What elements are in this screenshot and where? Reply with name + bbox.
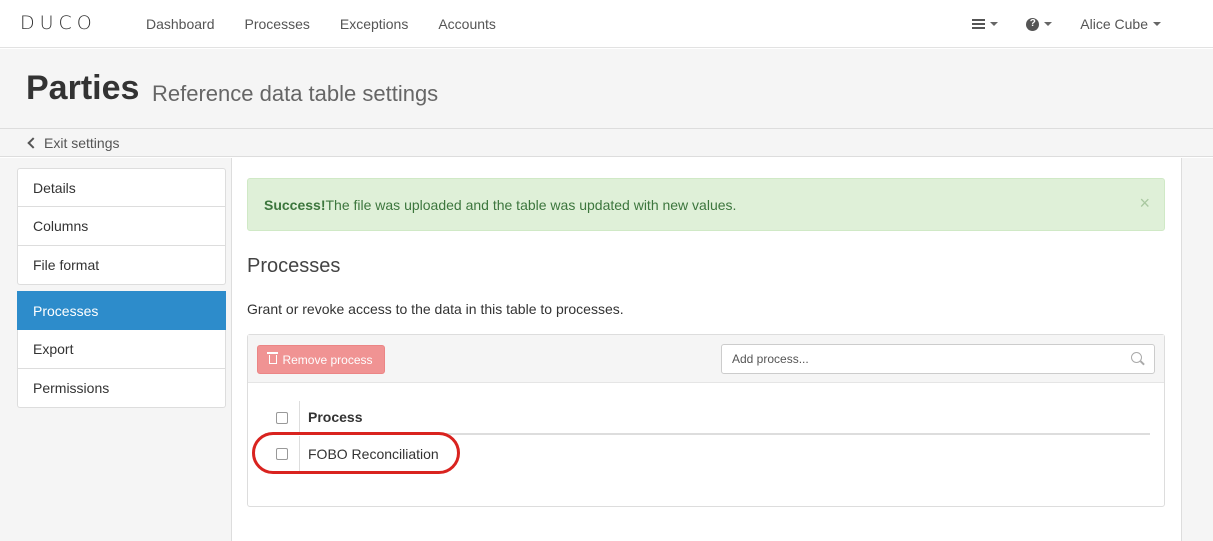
help-dropdown[interactable]: ?	[1012, 17, 1066, 31]
caret-down-icon	[1044, 22, 1053, 26]
nav-accounts[interactable]: Accounts	[423, 16, 511, 32]
section-description: Grant or revoke access to the data in th…	[247, 301, 624, 317]
page-title: Parties	[26, 69, 140, 107]
nav-dashboard[interactable]: Dashboard	[131, 16, 230, 32]
page-subtitle: Reference data table settings	[152, 81, 439, 106]
sidebar-item-columns[interactable]: Columns	[17, 207, 226, 246]
duco-logo[interactable]: DUCO	[20, 12, 97, 34]
trash-icon	[267, 352, 279, 364]
sidebar-item-export[interactable]: Export	[17, 330, 226, 369]
logo-text: DUCO	[20, 12, 97, 34]
settings-sidebar: Details Columns File format Processes Ex…	[0, 158, 232, 541]
add-process-input[interactable]	[721, 344, 1155, 374]
page-header: Parties Reference data table settings	[0, 49, 1213, 129]
close-icon[interactable]: ×	[1139, 194, 1150, 212]
sidebar-item-processes[interactable]: Processes	[17, 291, 226, 330]
caret-down-icon	[1153, 22, 1161, 26]
remove-process-label: Remove process	[282, 352, 373, 367]
right-gutter	[1181, 158, 1213, 541]
nav-exceptions[interactable]: Exceptions	[325, 16, 423, 32]
select-all-checkbox[interactable]	[276, 412, 288, 424]
sidebar-item-permissions[interactable]: Permissions	[17, 369, 226, 408]
top-navbar: DUCO Dashboard Processes Exceptions Acco…	[0, 0, 1213, 48]
exit-settings-label: Exit settings	[44, 135, 120, 151]
table-row: FOBO Reconciliation	[265, 436, 1150, 472]
table-header: Process	[265, 401, 1150, 435]
hamburger-icon	[972, 19, 986, 29]
sidebar-item-details[interactable]: Details	[17, 168, 226, 207]
menu-dropdown[interactable]	[958, 19, 1012, 29]
column-divider	[299, 436, 300, 472]
panel-toolbar: Remove process	[248, 335, 1164, 383]
user-name: Alice Cube	[1080, 16, 1148, 32]
exit-settings-link[interactable]: Exit settings	[27, 135, 120, 151]
row-checkbox[interactable]	[276, 448, 288, 460]
chevron-left-icon	[27, 137, 39, 149]
search-icon	[1131, 352, 1142, 363]
sidebar-item-file-format[interactable]: File format	[17, 246, 226, 285]
section-title: Processes	[247, 255, 341, 277]
remove-process-button[interactable]: Remove process	[257, 345, 385, 374]
column-divider	[299, 401, 300, 433]
nav-processes[interactable]: Processes	[230, 16, 325, 32]
settings-menu: Details Columns File format Processes Ex…	[17, 168, 226, 408]
alert-message: The file was uploaded and the table was …	[325, 196, 737, 213]
question-circle-icon: ?	[1026, 17, 1040, 31]
exit-bar: Exit settings	[0, 129, 1213, 157]
main-nav: Dashboard Processes Exceptions Accounts	[131, 0, 511, 48]
processes-panel: Remove process Process FOBO Reconciliati…	[247, 334, 1165, 507]
alert-strong: Success!	[264, 196, 326, 213]
caret-down-icon	[990, 22, 999, 26]
process-name-cell: FOBO Reconciliation	[308, 446, 439, 462]
nav-right: ? Alice Cube	[958, 0, 1175, 48]
user-menu[interactable]: Alice Cube	[1066, 16, 1175, 32]
column-header-process: Process	[308, 409, 363, 425]
success-alert: Success! The file was uploaded and the ta…	[247, 178, 1165, 231]
